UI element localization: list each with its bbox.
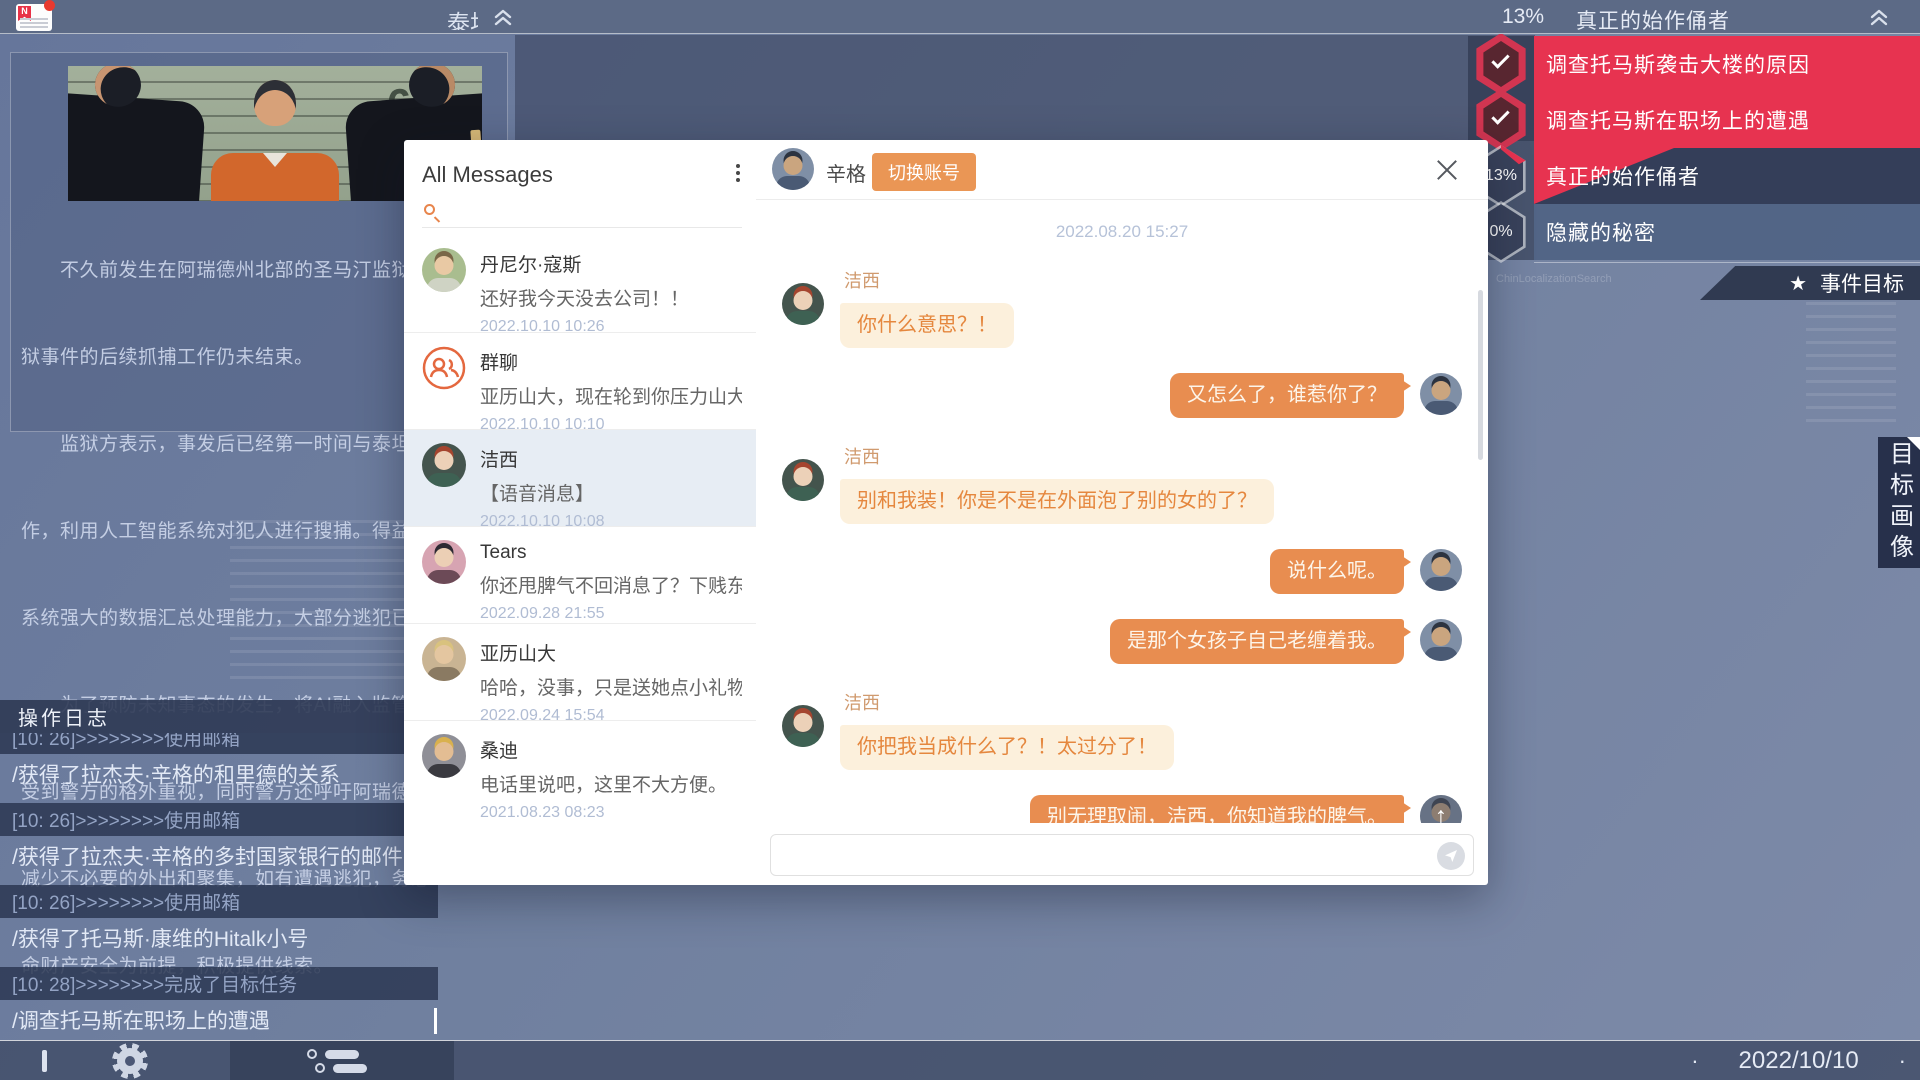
log-toggle-tile[interactable] [230, 1041, 454, 1080]
search-input[interactable] [448, 200, 742, 224]
close-icon[interactable] [1432, 155, 1462, 185]
message-incoming: 洁西 别和我装！你是不是在外面泡了别的女的了？ [782, 443, 1462, 524]
contact-name: 辛格 [826, 158, 866, 187]
inmate-figure [254, 80, 296, 126]
date-text: 2022/10/10 [1739, 1047, 1859, 1075]
avatar [422, 540, 466, 584]
tracked-quest-title: 真正的始作俑者 [1576, 5, 1730, 35]
quest-item-4[interactable]: 隐藏的秘密 [1534, 204, 1920, 260]
system-date: · 2022/10/10 · [1691, 1041, 1906, 1080]
contact-avatar [772, 148, 814, 190]
message-outgoing: 说什么呢。 [782, 549, 1462, 594]
cursor-bar-icon [42, 1050, 47, 1072]
log-entry: [10: 26]>>>>>>>>使用邮箱 /获得了拉杰夫·辛格的多封国家银行的邮… [0, 803, 438, 876]
quest-item-2[interactable]: 调查托马斯在职场上的遭遇 [1534, 92, 1920, 148]
conversation-item-alexander[interactable]: 亚历山大 哈哈，没事，只是送她点小礼物罢... 2022.09.24 15:54 [404, 623, 756, 720]
scroll-to-bottom-button[interactable]: ↑ [1420, 795, 1462, 823]
quest-divider [1534, 262, 1920, 263]
message-input[interactable] [783, 839, 1423, 871]
log-scrollbar[interactable] [434, 1008, 437, 1034]
taskbar: · 2022/10/10 · [0, 1040, 1920, 1080]
date-divider: 2022.08.20 15:27 [782, 222, 1462, 242]
conversation-header: 辛格 切换账号 [756, 140, 1488, 200]
message-history: 2022.08.20 15:27 洁西 你什么意思？！ 又怎么了，谁惹你了？ 洁… [756, 200, 1488, 823]
message-incoming: 洁西 你把我当成什么了？！太过分了！ [782, 689, 1462, 770]
conversation-item-group[interactable]: 群聊 亚历山大，现在轮到你压力山大了... 2022.10.10 10:10 [404, 332, 756, 429]
collapse-quest-panel-icon[interactable] [1868, 8, 1890, 26]
quest-item-3[interactable]: 真正的始作俑者 [1534, 148, 1920, 204]
search-icon [424, 204, 435, 215]
conversation-item-tears[interactable]: Tears 你还甩脾气不回消息了？下贱东西。 2022.09.28 21:55 [404, 526, 756, 623]
message-bubble: 说什么呢。 [1270, 549, 1404, 594]
background-code-text [1806, 302, 1896, 430]
collapse-topbar-icon[interactable] [492, 8, 514, 26]
message-bubble: 你把我当成什么了？！太过分了！ [840, 725, 1174, 770]
avatar [1420, 373, 1462, 415]
avatar [782, 459, 824, 501]
message-input-bar [770, 834, 1474, 876]
log-entry: [10: 26]>>>>>>>>使用邮箱 /获得了拉杰夫·辛格的和里德的关系 [0, 733, 438, 794]
avatar [1420, 549, 1462, 591]
message-incoming: 洁西 你什么意思？！ [782, 267, 1462, 348]
avatar [1420, 619, 1462, 661]
search-bar [422, 200, 742, 228]
chat-scrollbar[interactable] [1478, 290, 1483, 460]
background-debug-text: ChinLocalizationSearch [1496, 273, 1612, 285]
quest-item-1[interactable]: 调查托马斯袭击大楼的原因 [1534, 36, 1920, 92]
target-portrait-tab[interactable]: 目标画像 [1878, 437, 1920, 568]
star-icon: ★ [1789, 271, 1807, 296]
log-title: 操作日志 [0, 700, 438, 733]
message-bubble: 你什么意思？！ [840, 303, 1014, 348]
list-title: All Messages [422, 162, 553, 188]
background-window [515, 35, 1535, 141]
avatar [782, 283, 824, 325]
top-bar: N 泰坦 13% 真正的始作俑者 [0, 0, 1920, 34]
app-dock: <SQL> Hi [0, 930, 1920, 1010]
hitalk-chat-window: All Messages 丹尼尔·寇斯 还好我今天没去公司！！ 2022.10.… [404, 140, 1488, 885]
conversation-item-jessie[interactable]: 洁西 【语音消息】 2022.10.10 10:08 [404, 429, 756, 526]
group-chat-icon [422, 346, 466, 390]
quest-complete-badge-icon [1473, 33, 1529, 95]
avatar [422, 248, 466, 292]
message-bubble: 别和我装！你是不是在外面泡了别的女的了？ [840, 479, 1274, 524]
app-title: 泰坦 [447, 4, 478, 30]
conversation-pane: 辛格 切换账号 2022.08.20 15:27 洁西 你什么意思？！ 又怎么了… [756, 140, 1488, 885]
avatar [782, 705, 824, 747]
message-outgoing: 别无理取闹，洁西，你知道我的脾气。 ↑ [782, 795, 1462, 823]
sliders-icon [307, 1049, 377, 1073]
conversation-item-daniel[interactable]: 丹尼尔·寇斯 还好我今天没去公司！！ 2022.10.10 10:26 [404, 235, 756, 332]
event-objectives-header: ★ 事件目标 [1700, 266, 1920, 300]
message-list-pane: All Messages 丹尼尔·寇斯 还好我今天没去公司！！ 2022.10.… [404, 140, 756, 885]
message-outgoing: 是那个女孩子自己老缠着我。 [782, 619, 1462, 664]
avatar [422, 637, 466, 681]
conversation-item-sandy[interactable]: 桑迪 电话里说吧，这里不大方便。 2021.08.23 08:23 [404, 720, 756, 817]
settings-gear-icon[interactable] [112, 1043, 148, 1079]
message-bubble: 又怎么了，谁惹你了？ [1170, 373, 1404, 418]
game-desktop: N 泰坦 13% 真正的始作俑者 66 不久前发生在阿瑞德州北部的圣马汀监狱的 … [0, 0, 1920, 1080]
kebab-menu-icon[interactable] [736, 164, 740, 168]
switch-account-button[interactable]: 切换账号 [872, 153, 976, 191]
quest-progress-percent: 13% [1502, 5, 1544, 29]
notification-dot [44, 0, 55, 11]
send-icon[interactable] [1437, 842, 1465, 870]
avatar [422, 734, 466, 778]
message-bubble: 别无理取闹，洁西，你知道我的脾气。 [1030, 795, 1404, 823]
message-bubble: 是那个女孩子自己老缠着我。 [1110, 619, 1404, 664]
avatar [422, 443, 466, 487]
police-officer-left [68, 91, 206, 201]
message-outgoing: 又怎么了，谁惹你了？ [782, 373, 1462, 418]
